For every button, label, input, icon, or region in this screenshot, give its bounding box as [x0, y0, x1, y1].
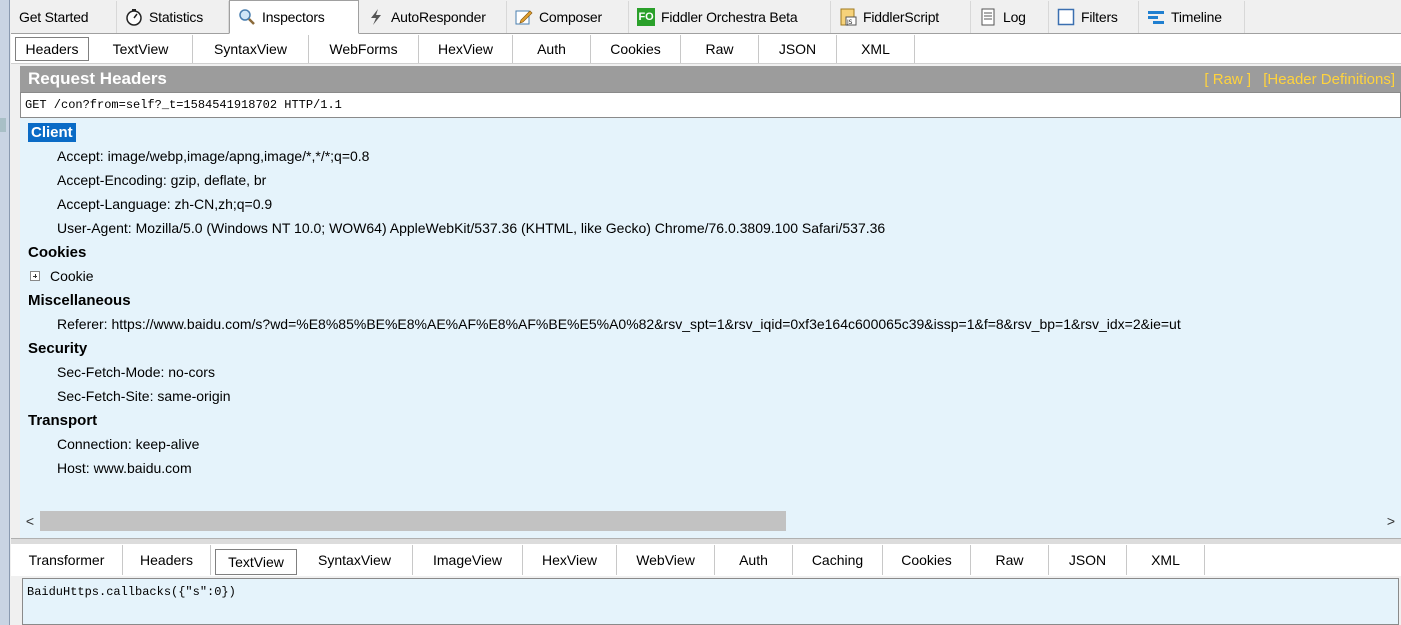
- tab-inspectors[interactable]: Inspectors: [229, 0, 359, 34]
- scroll-track[interactable]: [40, 511, 1381, 531]
- group-transport[interactable]: Transport: [24, 408, 1401, 432]
- lightning-icon: [367, 8, 385, 26]
- tab-log[interactable]: Log: [971, 1, 1049, 33]
- tab-response-cookies[interactable]: Cookies: [883, 545, 971, 575]
- checkbox-icon: [1057, 8, 1075, 26]
- magnifier-icon: [238, 8, 256, 26]
- tab-request-webforms[interactable]: WebForms: [309, 34, 419, 63]
- tab-autoresponder[interactable]: AutoResponder: [359, 1, 507, 33]
- tab-fiddler-orchestra[interactable]: FO Fiddler Orchestra Beta: [629, 1, 831, 33]
- tab-response-webview[interactable]: WebView: [617, 545, 715, 575]
- response-view-tabs: Transformer Headers TextView SyntaxView …: [11, 544, 1401, 576]
- tab-request-textview[interactable]: TextView: [89, 34, 193, 63]
- tab-response-syntaxview[interactable]: SyntaxView: [297, 545, 413, 575]
- tab-response-textview[interactable]: TextView: [215, 549, 297, 575]
- tab-get-started[interactable]: Get Started: [11, 1, 117, 33]
- fo-icon: FO: [637, 8, 655, 26]
- scroll-thumb[interactable]: [40, 511, 786, 531]
- tab-request-headers[interactable]: Headers: [15, 36, 89, 61]
- tab-statistics[interactable]: Statistics: [117, 1, 229, 33]
- headers-tree: Client Accept: image/webp,image/apng,ima…: [20, 118, 1401, 480]
- tab-request-xml[interactable]: XML: [837, 34, 915, 63]
- header-item[interactable]: Sec-Fetch-Mode: no-cors: [24, 360, 1401, 384]
- tab-timeline[interactable]: Timeline: [1139, 1, 1245, 33]
- pencil-icon: [515, 8, 533, 26]
- group-cookies[interactable]: Cookies: [24, 240, 1401, 264]
- header-item[interactable]: Accept-Language: zh-CN,zh;q=0.9: [24, 192, 1401, 216]
- tab-response-caching[interactable]: Caching: [793, 545, 883, 575]
- tab-filters[interactable]: Filters: [1049, 1, 1139, 33]
- tab-response-xml[interactable]: XML: [1127, 545, 1205, 575]
- tab-response-headers[interactable]: Headers: [123, 545, 211, 575]
- script-icon: JS: [839, 8, 857, 26]
- header-item[interactable]: Host: www.baidu.com: [24, 456, 1401, 480]
- tab-request-syntaxview[interactable]: SyntaxView: [193, 34, 309, 63]
- header-item[interactable]: Accept: image/webp,image/apng,image/*,*/…: [24, 144, 1401, 168]
- tab-request-json[interactable]: JSON: [759, 34, 837, 63]
- tab-response-json[interactable]: JSON: [1049, 545, 1127, 575]
- tab-response-hexview[interactable]: HexView: [523, 545, 617, 575]
- horizontal-scrollbar[interactable]: < >: [20, 509, 1401, 533]
- tab-response-raw[interactable]: Raw: [971, 545, 1049, 575]
- header-definitions-link[interactable]: [Header Definitions]: [1263, 71, 1395, 88]
- timeline-icon: [1147, 8, 1165, 26]
- request-view-tabs: Headers TextView SyntaxView WebForms Hex…: [11, 34, 1401, 64]
- left-panel-edge: [0, 0, 10, 625]
- request-line[interactable]: GET /con?from=self?_t=1584541918702 HTTP…: [20, 92, 1401, 118]
- log-icon: [979, 8, 997, 26]
- scroll-right-button[interactable]: >: [1381, 513, 1401, 529]
- request-headers-title: Request Headers: [28, 69, 167, 88]
- group-miscellaneous[interactable]: Miscellaneous: [24, 288, 1401, 312]
- stopwatch-icon: [125, 8, 143, 26]
- header-item[interactable]: Connection: keep-alive: [24, 432, 1401, 456]
- svg-text:JS: JS: [846, 19, 853, 26]
- main-tab-bar: Get Started Statistics Inspectors AutoRe…: [11, 0, 1401, 34]
- group-security[interactable]: Security: [24, 336, 1401, 360]
- tab-response-transformer[interactable]: Transformer: [11, 545, 123, 575]
- tab-fiddlerscript[interactable]: JS FiddlerScript: [831, 1, 971, 33]
- tab-request-hexview[interactable]: HexView: [419, 34, 513, 63]
- cookie-node[interactable]: Cookie: [24, 264, 1401, 288]
- group-client[interactable]: Client: [24, 120, 1401, 144]
- tab-response-imageview[interactable]: ImageView: [413, 545, 523, 575]
- raw-link[interactable]: [ Raw ]: [1204, 71, 1251, 88]
- tab-composer[interactable]: Composer: [507, 1, 629, 33]
- header-item[interactable]: Accept-Encoding: gzip, deflate, br: [24, 168, 1401, 192]
- tab-request-raw[interactable]: Raw: [681, 34, 759, 63]
- header-item[interactable]: User-Agent: Mozilla/5.0 (Windows NT 10.0…: [24, 216, 1401, 240]
- inspectors-pane: Get Started Statistics Inspectors AutoRe…: [11, 0, 1401, 625]
- tab-request-auth[interactable]: Auth: [513, 34, 591, 63]
- request-headers-titlebar: Request Headers [ Raw ] [Header Definiti…: [20, 66, 1401, 92]
- header-item[interactable]: Referer: https://www.baidu.com/s?wd=%E8%…: [24, 312, 1401, 336]
- expand-icon[interactable]: [30, 271, 40, 281]
- request-headers-panel: Request Headers [ Raw ] [Header Definiti…: [20, 66, 1401, 538]
- tab-request-cookies[interactable]: Cookies: [591, 34, 681, 63]
- tab-response-auth[interactable]: Auth: [715, 545, 793, 575]
- header-item[interactable]: Sec-Fetch-Site: same-origin: [24, 384, 1401, 408]
- scroll-left-button[interactable]: <: [20, 513, 40, 529]
- response-textview[interactable]: BaiduHttps.callbacks({"s":0}): [22, 578, 1399, 625]
